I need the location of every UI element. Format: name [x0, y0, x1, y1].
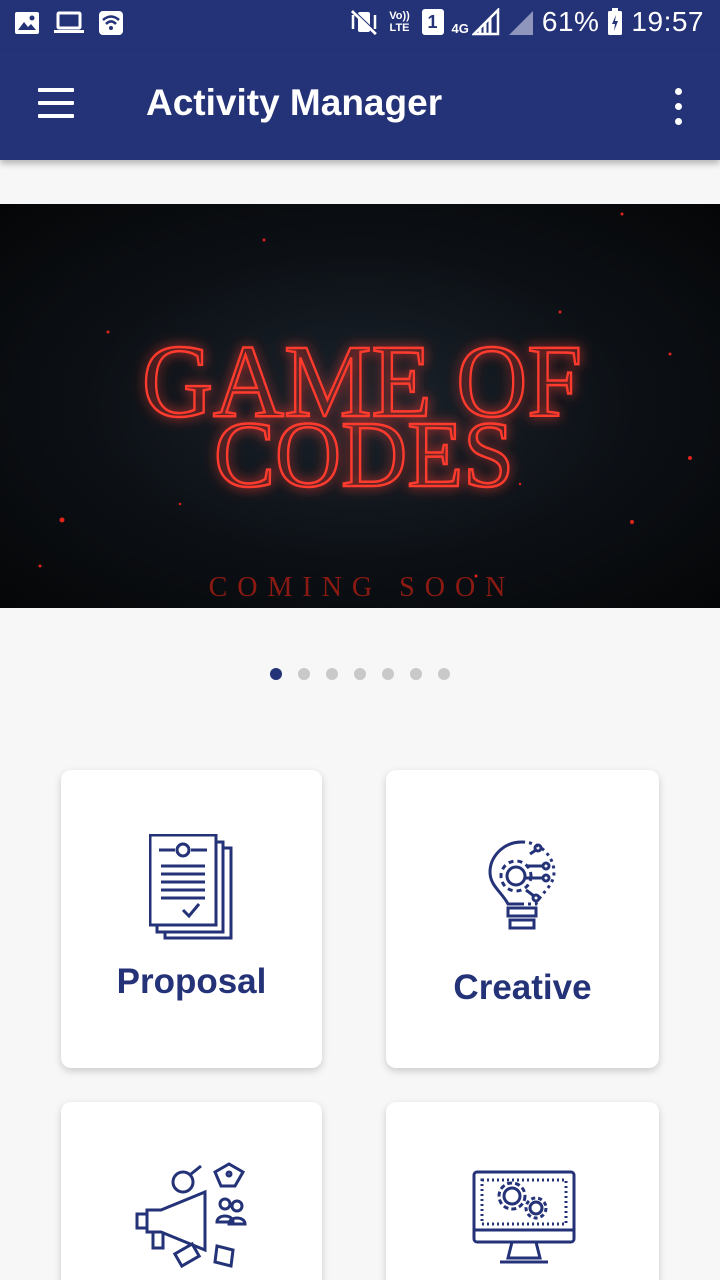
banner-line-2: CODES [214, 403, 514, 507]
carousel-dot-5[interactable] [382, 668, 394, 680]
sim-label: 1 [427, 12, 438, 32]
carousel-dot-2[interactable] [298, 668, 310, 680]
banner-artwork: GAME OF CODES COMING SOON [38, 212, 692, 603]
system-status: Vo)) LTE 1 4G 61% 19:57 [350, 6, 704, 38]
settings-card[interactable] [386, 1102, 659, 1280]
proposal-label: Proposal [116, 962, 267, 1001]
marketing-card[interactable] [61, 1102, 322, 1280]
carousel-indicator [270, 668, 450, 680]
app-bar: Activity Manager [0, 50, 720, 160]
carousel-dot-4[interactable] [354, 668, 366, 680]
hamburger-menu-icon[interactable] [26, 80, 86, 130]
signal-bars-icon [471, 8, 500, 36]
marketing-megaphone-icon [135, 1162, 247, 1269]
4g-signal-icon: 4G [452, 8, 500, 36]
carousel-dot-1[interactable] [270, 668, 282, 680]
creative-card[interactable]: Creative [386, 770, 659, 1068]
lightbulb-gear-icon [488, 840, 556, 930]
more-vert-icon[interactable] [660, 82, 696, 132]
banner-tagline: COMING SOON [209, 572, 516, 603]
laptop-icon [54, 11, 84, 33]
wifi-icon [99, 11, 123, 35]
banner-carousel[interactable]: GAME OF CODES COMING SOON [0, 204, 720, 608]
signal-icon [508, 11, 533, 35]
battery-percentage: 61% [541, 6, 600, 37]
notification-icons [14, 10, 124, 36]
battery-icon [608, 8, 623, 35]
network-label: 4G [451, 21, 469, 36]
mute-vibrate-icon [350, 9, 378, 36]
proposal-card[interactable]: Proposal [61, 770, 322, 1068]
carousel-dot-3[interactable] [326, 668, 338, 680]
monitor-gears-icon [472, 1170, 576, 1264]
status-bar: Vo)) LTE 1 4G 61% 19:57 [0, 0, 720, 50]
app-title: Activity Manager [146, 82, 443, 123]
document-check-icon [149, 834, 233, 940]
clock: 19:57 [631, 6, 704, 37]
carousel-dot-6[interactable] [410, 668, 422, 680]
creative-label: Creative [453, 968, 592, 1007]
sim-1-icon: 1 [421, 9, 444, 35]
volte-icon: Vo)) LTE [386, 10, 414, 34]
carousel-dot-7[interactable] [438, 668, 450, 680]
image-icon [15, 12, 39, 34]
volte-label: Vo)) LTE [389, 10, 410, 34]
